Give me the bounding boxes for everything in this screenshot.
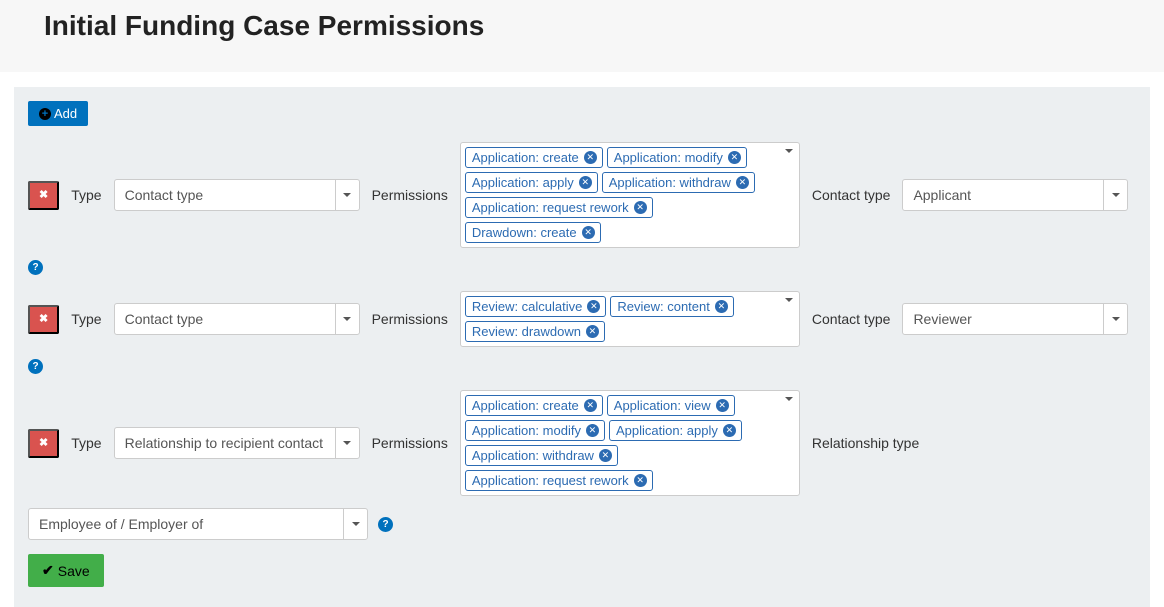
delete-row-button[interactable]: ✖: [28, 305, 59, 334]
save-button[interactable]: ✔ Save: [28, 554, 104, 587]
form-container: Add ✖ Type Contact type Permissions Appl…: [14, 87, 1150, 607]
permissions-label: Permissions: [372, 435, 448, 451]
permission-tag: Application: view✕: [607, 395, 735, 416]
remove-tag-icon[interactable]: ✕: [584, 399, 597, 412]
chevron-down-icon: [335, 304, 359, 334]
permissions-multiselect[interactable]: Application: create✕ Application: view✕ …: [460, 390, 800, 496]
remove-tag-icon[interactable]: ✕: [728, 151, 741, 164]
remove-tag-icon[interactable]: ✕: [579, 176, 592, 189]
remove-tag-icon[interactable]: ✕: [586, 325, 599, 338]
remove-tag-icon[interactable]: ✕: [586, 424, 599, 437]
delete-row-button[interactable]: ✖: [28, 181, 59, 210]
type-label: Type: [71, 187, 101, 203]
add-button-label: Add: [54, 106, 77, 121]
help-icon[interactable]: ?: [28, 359, 43, 374]
contact-type-label: Contact type: [812, 311, 891, 327]
relationship-type-value: Employee of / Employer of: [29, 516, 343, 532]
type-select[interactable]: Contact type: [114, 303, 360, 335]
permission-tag: Application: modify✕: [465, 420, 605, 441]
permission-tag: Application: create✕: [465, 147, 603, 168]
permission-row: ✖ Type Contact type Permissions Applicat…: [28, 142, 1136, 275]
chevron-down-icon: [785, 153, 793, 169]
remove-tag-icon[interactable]: ✕: [634, 474, 647, 487]
remove-tag-icon[interactable]: ✕: [736, 176, 749, 189]
permissions-multiselect[interactable]: Application: create✕ Application: modify…: [460, 142, 800, 248]
remove-tag-icon[interactable]: ✕: [715, 300, 728, 313]
remove-tag-icon[interactable]: ✕: [634, 201, 647, 214]
permission-tag: Drawdown: create✕: [465, 222, 601, 243]
chevron-down-icon: [343, 509, 367, 539]
type-select-value: Contact type: [115, 187, 335, 203]
plus-icon: [39, 108, 51, 120]
permissions-multiselect[interactable]: Review: calculative✕ Review: content✕ Re…: [460, 291, 800, 347]
permission-tag: Application: apply✕: [609, 420, 742, 441]
permissions-label: Permissions: [372, 311, 448, 327]
contact-type-select[interactable]: Applicant: [902, 179, 1128, 211]
remove-tag-icon[interactable]: ✕: [584, 151, 597, 164]
close-icon: ✖: [39, 314, 48, 325]
permission-tag: Application: withdraw✕: [465, 445, 618, 466]
type-label: Type: [71, 311, 101, 327]
help-icon[interactable]: ?: [28, 260, 43, 275]
check-icon: ✔: [42, 562, 54, 579]
chevron-down-icon: [1103, 304, 1127, 334]
permission-tag: Application: request rework✕: [465, 197, 653, 218]
permission-row: ✖ Type Relationship to recipient contact…: [28, 390, 1136, 496]
contact-type-value: Reviewer: [903, 311, 1103, 327]
close-icon: ✖: [39, 438, 48, 449]
permission-tag: Application: apply✕: [465, 172, 598, 193]
permission-tag: Application: create✕: [465, 395, 603, 416]
relationship-value-row: Employee of / Employer of ?: [28, 508, 1136, 540]
chevron-down-icon: [335, 180, 359, 210]
permission-tag: Review: calculative✕: [465, 296, 607, 317]
contact-type-label: Contact type: [812, 187, 891, 203]
save-button-label: Save: [58, 563, 90, 579]
type-label: Type: [71, 435, 101, 451]
type-select-value: Relationship to recipient contact: [115, 435, 335, 451]
add-button[interactable]: Add: [28, 101, 88, 126]
permission-tag: Review: drawdown✕: [465, 321, 605, 342]
permissions-label: Permissions: [372, 187, 448, 203]
remove-tag-icon[interactable]: ✕: [599, 449, 612, 462]
permission-tag: Review: content✕: [610, 296, 734, 317]
contact-type-value: Applicant: [903, 187, 1103, 203]
chevron-down-icon: [785, 302, 793, 318]
permission-row: ✖ Type Contact type Permissions Review: …: [28, 291, 1136, 374]
remove-tag-icon[interactable]: ✕: [723, 424, 736, 437]
delete-row-button[interactable]: ✖: [28, 429, 59, 458]
permission-tag: Application: withdraw✕: [602, 172, 755, 193]
remove-tag-icon[interactable]: ✕: [587, 300, 600, 313]
remove-tag-icon[interactable]: ✕: [582, 226, 595, 239]
page-title: Initial Funding Case Permissions: [44, 10, 1164, 42]
chevron-down-icon: [335, 428, 359, 458]
type-select[interactable]: Relationship to recipient contact: [114, 427, 360, 459]
relationship-type-select[interactable]: Employee of / Employer of: [28, 508, 368, 540]
type-select[interactable]: Contact type: [114, 179, 360, 211]
chevron-down-icon: [785, 401, 793, 417]
contact-type-select[interactable]: Reviewer: [902, 303, 1128, 335]
close-icon: ✖: [39, 190, 48, 201]
relationship-type-label: Relationship type: [812, 435, 919, 451]
help-icon[interactable]: ?: [378, 517, 393, 532]
permission-tag: Application: request rework✕: [465, 470, 653, 491]
remove-tag-icon[interactable]: ✕: [716, 399, 729, 412]
chevron-down-icon: [1103, 180, 1127, 210]
type-select-value: Contact type: [115, 311, 335, 327]
permission-tag: Application: modify✕: [607, 147, 747, 168]
